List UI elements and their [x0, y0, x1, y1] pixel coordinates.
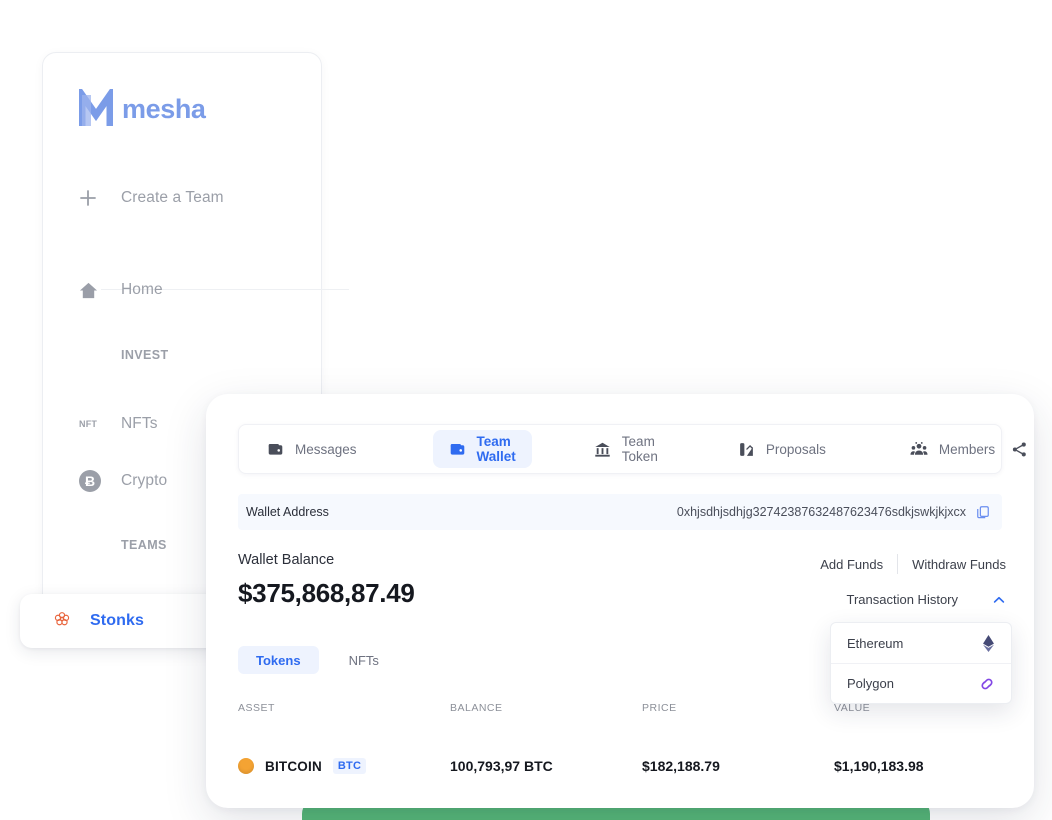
bitcoin-icon: Ƀ	[79, 470, 111, 492]
sidebar-section-invest: INVEST	[121, 348, 169, 362]
assets-table: ASSET BALANCE PRICE VALUE BITCOIN BTC 10…	[238, 694, 1002, 788]
sidebar-item-nfts[interactable]: NFT NFTs	[79, 411, 158, 437]
tab-label: Members	[938, 441, 996, 457]
asset-price: $182,188.79	[642, 758, 720, 774]
tab-messages[interactable]: Messages	[251, 430, 373, 468]
asset-type-toggle: Tokens NFTs	[238, 646, 397, 674]
column-header-price: PRICE	[642, 702, 677, 714]
sidebar-section-teams: TEAMS	[121, 538, 167, 552]
plus-icon	[79, 189, 111, 207]
sidebar-item-crypto[interactable]: Ƀ Crypto	[79, 468, 167, 494]
mesha-mark-icon	[78, 83, 114, 129]
bank-icon	[594, 441, 611, 458]
wallet-address-bar: Wallet Address 0xhjsdhjsdhjg327423876324…	[238, 494, 1002, 530]
transaction-history-label: Transaction History	[846, 592, 959, 607]
panel-tabbar: Messages Team Wallet Team Token Proposal…	[238, 424, 1026, 474]
sidebar-item-label: Stonks	[90, 612, 144, 629]
transaction-history-toggle[interactable]: Transaction History	[847, 592, 1007, 607]
wallet-balance-label: Wallet Balance	[238, 552, 335, 568]
polygon-icon	[979, 677, 995, 691]
stonks-flower-icon	[52, 609, 72, 634]
tab-label: Proposals	[765, 441, 826, 457]
sidebar-item-label: Crypto	[121, 472, 168, 489]
tab-proposals[interactable]: Proposals	[722, 430, 842, 468]
tab-team-token[interactable]: Team Token	[578, 430, 674, 468]
app-root: mesha Create a Team Home INVEST NFT NFTs…	[0, 0, 1052, 820]
team-wallet-panel: Messages Team Wallet Team Token Proposal…	[206, 394, 1034, 808]
share-icon[interactable]	[1011, 441, 1028, 458]
asset-balance: 100,793,97 BTC	[450, 758, 553, 774]
asset-name: BITCOIN	[265, 758, 322, 774]
bitcoin-glyph: Ƀ	[79, 470, 101, 492]
proposal-icon	[738, 441, 755, 458]
sidebar-item-label: Create a Team	[121, 189, 224, 206]
fund-actions: Add Funds Withdraw Funds	[820, 554, 1006, 574]
tab-label: Team Token	[621, 434, 658, 464]
dropdown-item-label: Ethereum	[847, 635, 904, 651]
tab-team-wallet[interactable]: Team Wallet	[432, 430, 532, 468]
wallet-balance-amount: $375,868,87.49	[238, 578, 415, 608]
wallet-address-label: Wallet Address	[246, 505, 329, 519]
wallet-icon	[449, 441, 466, 458]
tab-members[interactable]: Members	[894, 430, 1011, 468]
actions-separator	[897, 554, 899, 574]
sidebar-item-create-team[interactable]: Create a Team	[79, 185, 224, 211]
tab-label: Team Wallet	[476, 434, 516, 464]
members-icon	[910, 440, 928, 458]
network-dropdown: Ethereum Polygon	[830, 622, 1012, 704]
chevron-up-icon	[992, 593, 1006, 607]
dropdown-item-polygon[interactable]: Polygon	[831, 663, 1011, 703]
wallet-icon	[267, 441, 284, 458]
brand-name: mesha	[122, 93, 206, 124]
column-header-asset: ASSET	[238, 702, 275, 714]
home-icon	[79, 281, 111, 300]
nft-badge-text: NFT	[79, 419, 98, 429]
pill-tokens[interactable]: Tokens	[238, 646, 319, 674]
nft-icon: NFT	[79, 419, 111, 429]
sidebar-item-label: NFTs	[121, 415, 158, 432]
dropdown-item-label: Polygon	[847, 676, 894, 691]
table-row[interactable]: BITCOIN BTC 100,793,97 BTC $182,188.79 $…	[238, 744, 1002, 788]
add-funds-button[interactable]: Add Funds	[820, 557, 883, 572]
dropdown-item-ethereum[interactable]: Ethereum	[831, 623, 1011, 663]
ethereum-icon	[982, 634, 995, 652]
asset-cell: BITCOIN BTC	[238, 758, 450, 774]
column-header-balance: BALANCE	[450, 702, 503, 714]
wallet-address-value: 0xhjsdhjsdhjg32742387632487623476sdkjswk…	[676, 505, 966, 519]
brand-logo: mesha	[78, 83, 206, 129]
asset-symbol-badge: BTC	[332, 758, 367, 774]
copy-icon[interactable]	[976, 505, 990, 519]
bitcoin-coin-icon	[238, 758, 254, 774]
tab-label: Messages	[295, 441, 357, 457]
sidebar-item-home[interactable]: Home	[79, 277, 163, 303]
withdraw-funds-button[interactable]: Withdraw Funds	[912, 557, 1006, 572]
sidebar-item-label: Home	[121, 281, 163, 298]
pill-nfts[interactable]: NFTs	[331, 646, 397, 674]
asset-value: $1,190,183.98	[834, 758, 924, 774]
